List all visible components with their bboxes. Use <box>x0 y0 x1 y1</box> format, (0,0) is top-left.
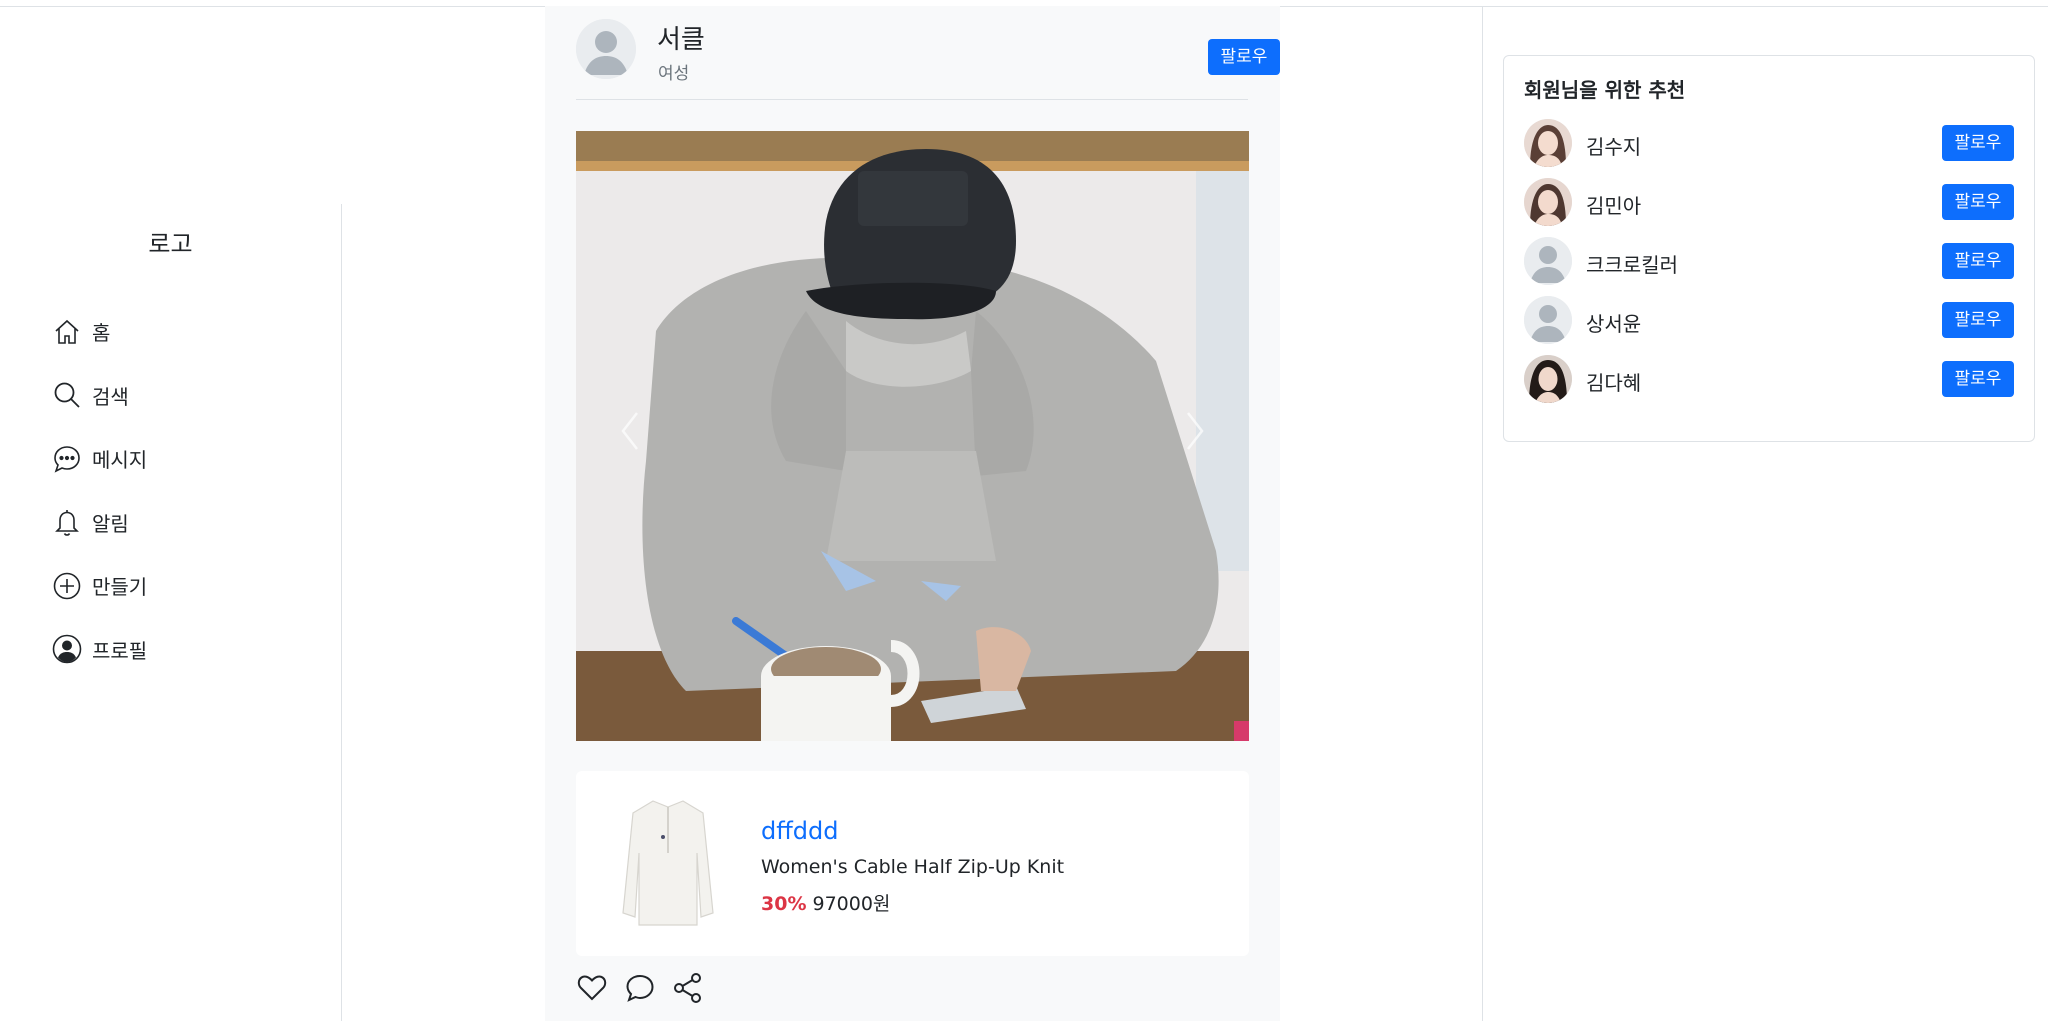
sidebar-item-search[interactable]: 검색 <box>52 364 147 428</box>
author-subtitle: 여성 <box>658 64 690 84</box>
recommendation-item: 김다혜 팔로우 <box>1524 355 2014 414</box>
default-avatar-icon <box>1524 296 1572 344</box>
recommendation-item: 김수지 팔로우 <box>1524 119 2014 178</box>
author-name[interactable]: 서클 <box>657 19 705 56</box>
share-icon[interactable] <box>672 972 704 1004</box>
logo[interactable]: 로고 <box>0 224 341 259</box>
comment-icon[interactable] <box>624 972 656 1004</box>
knit-sweater-image <box>613 793 723 933</box>
sidebar-item-profile[interactable]: 프로필 <box>52 618 147 682</box>
recommendations-card: 회원님을 위한 추천 김수지 팔로우 김민아 팔로우 크크로킬러 팔로우 상서윤… <box>1503 55 2035 442</box>
product-price-row: 30% 97000원 <box>761 889 890 916</box>
sidebar-item-label: 검색 <box>92 384 129 409</box>
post-actions <box>576 972 720 1004</box>
user-avatar[interactable] <box>1524 237 1572 285</box>
sidebar-item-label: 프로필 <box>92 638 148 663</box>
sidebar-item-notifications[interactable]: 알림 <box>52 491 147 555</box>
sidebar-item-create[interactable]: 만들기 <box>52 554 147 618</box>
sidebar-item-label: 만들기 <box>92 575 148 600</box>
follow-button[interactable]: 팔로우 <box>1942 361 2014 397</box>
user-name[interactable]: 김다혜 <box>1586 367 1641 396</box>
default-avatar-icon <box>576 19 636 79</box>
recommendations-title: 회원님을 위한 추천 <box>1524 78 1686 102</box>
product-thumbnail[interactable] <box>613 793 723 933</box>
bell-icon <box>55 510 79 537</box>
feed: 서클 여성 팔로우 dffddd Women's Cable Half Zip-… <box>545 6 1280 1021</box>
message-icon <box>54 445 80 473</box>
chevron-left-icon <box>621 412 638 450</box>
chevron-right-icon <box>1187 412 1204 450</box>
sidebar-item-label: 메시지 <box>92 448 148 473</box>
follow-button[interactable]: 팔로우 <box>1942 243 2014 279</box>
sidebar: 로고 홈 검색 메시지 알림 만들기 프로필 <box>0 204 342 1021</box>
user-photo <box>1524 355 1572 403</box>
product-price: 97000원 <box>812 893 891 915</box>
product-brand-link[interactable]: dffddd <box>761 817 838 845</box>
recommendation-item: 상서윤 팔로우 <box>1524 296 2014 355</box>
sidebar-item-messages[interactable]: 메시지 <box>52 427 147 491</box>
user-avatar[interactable] <box>1524 178 1572 226</box>
plus-circle-icon <box>53 572 81 600</box>
recommendations-list: 김수지 팔로우 김민아 팔로우 크크로킬러 팔로우 상서윤 팔로우 김다혜 팔로… <box>1524 119 2014 414</box>
post-photo <box>576 131 1249 741</box>
right-column-divider <box>1482 6 1483 1021</box>
recommendation-item: 크크로킬러 팔로우 <box>1524 237 2014 296</box>
sidebar-item-home[interactable]: 홈 <box>52 300 147 364</box>
follow-button[interactable]: 팔로우 <box>1942 302 2014 338</box>
user-avatar[interactable] <box>1524 355 1572 403</box>
recommendation-item: 김민아 팔로우 <box>1524 178 2014 237</box>
user-name[interactable]: 크크로킬러 <box>1586 249 1678 278</box>
heart-icon[interactable] <box>576 972 608 1004</box>
follow-button[interactable]: 팔로우 <box>1942 184 2014 220</box>
user-photo <box>1524 119 1572 167</box>
sidebar-nav: 홈 검색 메시지 알림 만들기 프로필 <box>52 300 147 681</box>
post-header: 서클 여성 팔로우 <box>576 19 1280 100</box>
user-name[interactable]: 상서윤 <box>1586 308 1641 337</box>
carousel-prev-button[interactable] <box>611 401 651 461</box>
follow-button[interactable]: 팔로우 <box>1208 39 1280 75</box>
discount-rate: 30% <box>761 893 807 915</box>
search-icon <box>54 382 80 408</box>
product-name: Women's Cable Half Zip-Up Knit <box>761 856 1065 878</box>
carousel-next-button[interactable] <box>1174 401 1214 461</box>
author-avatar[interactable] <box>576 19 636 79</box>
default-avatar-icon <box>1524 237 1572 285</box>
home-icon <box>55 319 79 344</box>
user-avatar[interactable] <box>1524 296 1572 344</box>
user-name[interactable]: 김수지 <box>1586 131 1641 160</box>
profile-icon <box>52 634 82 664</box>
sidebar-item-label: 알림 <box>92 511 129 536</box>
product-card[interactable]: dffddd Women's Cable Half Zip-Up Knit 30… <box>576 771 1249 956</box>
user-avatar[interactable] <box>1524 119 1572 167</box>
follow-button[interactable]: 팔로우 <box>1942 125 2014 161</box>
user-name[interactable]: 김민아 <box>1586 190 1641 219</box>
post-image[interactable] <box>576 131 1249 741</box>
user-photo <box>1524 178 1572 226</box>
sidebar-item-label: 홈 <box>92 321 111 346</box>
